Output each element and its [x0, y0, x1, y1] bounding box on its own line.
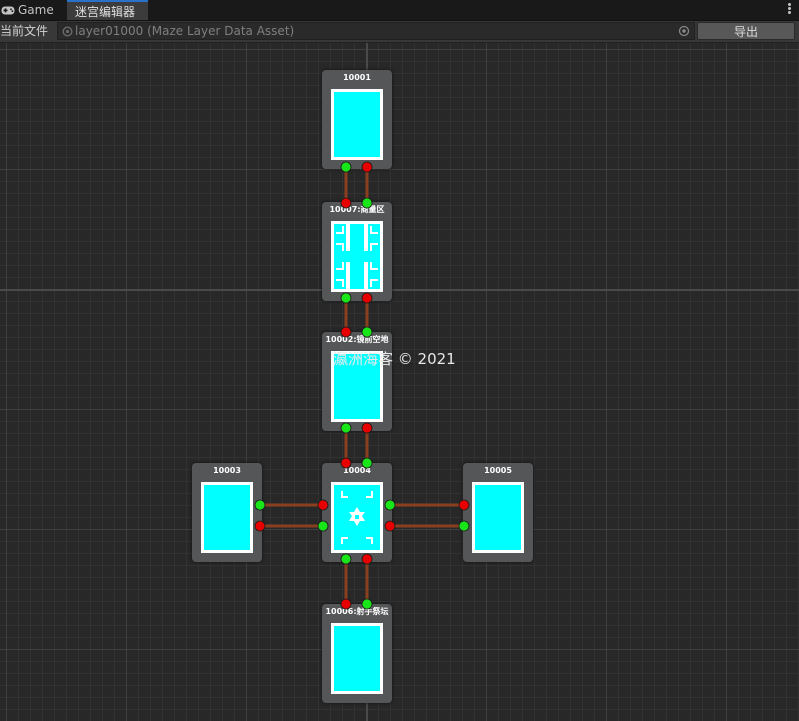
- export-button-label: 导出: [733, 24, 758, 39]
- room-node-title: 10005: [484, 466, 512, 475]
- room-node-10004[interactable]: 10004: [322, 463, 392, 562]
- object-picker-icon[interactable]: [678, 25, 690, 37]
- room-node-title: 10007:商量区: [329, 205, 385, 214]
- current-file-value: layer01000 (Maze Layer Data Asset): [75, 24, 295, 38]
- room-node-10006[interactable]: 10006:射手祭坛: [322, 604, 392, 703]
- room-node-title: 10004: [343, 466, 371, 475]
- gamepad-icon: [1, 6, 15, 14]
- room-node-10005[interactable]: 10005: [463, 463, 533, 562]
- tab-maze-editor[interactable]: 迷宫编辑器: [67, 0, 148, 20]
- room-node-10003[interactable]: 10003: [192, 463, 262, 562]
- tab-maze-editor-label: 迷宫编辑器: [75, 4, 136, 19]
- watermark: 瀛洲海客 © 2021: [333, 350, 456, 368]
- room-node-10001[interactable]: 10001: [322, 70, 392, 169]
- more-options-icon[interactable]: [787, 2, 791, 16]
- room-layout: [472, 482, 524, 553]
- port-layer: [254, 161, 470, 610]
- current-file-field[interactable]: layer01000 (Maze Layer Data Asset): [57, 22, 695, 40]
- room-node-title: 10006:射手祭坛: [325, 607, 389, 616]
- current-file-label: 当前文件: [0, 24, 49, 38]
- origin-axis-horizontal: [0, 289, 799, 291]
- maze-graph-canvas[interactable]: 10001 10007:商量区 10002:镜前空地 10003 10004 1…: [0, 43, 799, 721]
- room-node-10007[interactable]: 10007:商量区: [322, 202, 392, 301]
- toolbar: 当前文件 layer01000 (Maze Layer Data Asset) …: [0, 21, 799, 43]
- room-layout: [331, 623, 383, 694]
- room-layout: [331, 89, 383, 160]
- connection-layer: [260, 167, 464, 604]
- room-node-title: 10002:镜前空地: [325, 335, 389, 344]
- export-button[interactable]: 导出: [697, 22, 795, 40]
- tab-game[interactable]: Game: [0, 0, 66, 20]
- asset-icon: [62, 25, 73, 37]
- room-node-title: 10003: [213, 466, 241, 475]
- room-node-title: 10001: [343, 73, 371, 82]
- room-layout: [331, 221, 383, 292]
- room-node-10002[interactable]: 10002:镜前空地: [322, 332, 392, 431]
- tab-bar: Game 迷宫编辑器: [0, 0, 799, 21]
- tab-game-label: Game: [18, 3, 54, 17]
- room-layout: [331, 482, 383, 553]
- room-layout: [201, 482, 253, 553]
